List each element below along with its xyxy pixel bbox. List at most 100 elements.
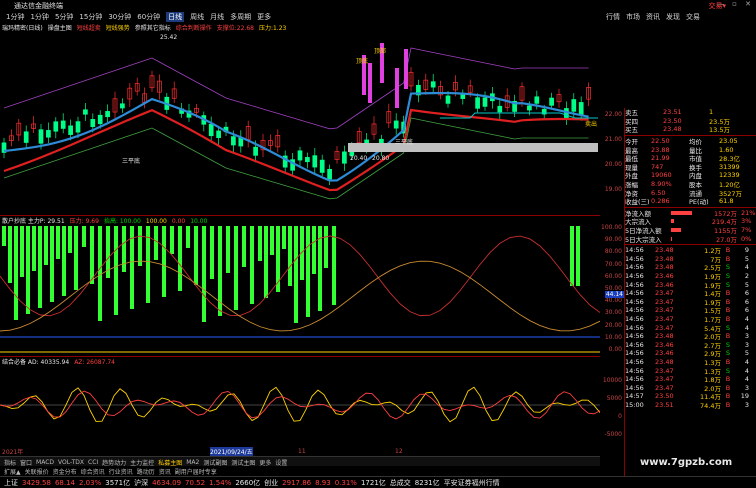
candle-body <box>527 105 532 111</box>
top-menu-item[interactable]: 行情 <box>606 12 620 22</box>
indicator-tab[interactable]: MACD <box>36 459 54 466</box>
period-tab[interactable]: 15分钟 <box>79 12 102 22</box>
market-status-item: 70.52 <box>185 478 206 487</box>
indicator1-bar <box>178 226 182 291</box>
extension-tab[interactable]: 路动历 <box>137 467 155 476</box>
extension-tab[interactable]: 副用户届时专享 <box>175 467 217 476</box>
period-tab[interactable]: 30分钟 <box>108 12 131 22</box>
trade-side: S <box>725 280 731 289</box>
indicator-tab[interactable]: CCI <box>88 459 98 466</box>
indicator1-bar <box>570 226 574 286</box>
candlestick-svg: 25.42三平底三平底20.40 20.80顶底顶部卖出 <box>1 34 598 200</box>
price-axis: 22.00 21.00 20.00 19.00 <box>600 23 624 215</box>
chart-annotation: 20.40 <box>350 155 367 162</box>
legend-item: 压力: 9.69 <box>69 218 99 225</box>
trade-count: 5 <box>744 280 749 289</box>
indicator1-bar <box>74 226 78 290</box>
legend-item: 短线超卖 <box>76 25 101 32</box>
extension-tab[interactable]: 资讯 <box>159 467 171 476</box>
trade-price: 23.47 <box>655 297 674 306</box>
trade-side: B <box>725 332 731 341</box>
extension-tab[interactable]: 行业资讯 <box>109 467 133 476</box>
top-menu-item[interactable]: 资讯 <box>646 12 660 22</box>
trade-price: 23.51 <box>655 400 674 409</box>
legend-item: 支撑位:22.68 <box>216 25 254 32</box>
stat-value: 19060 <box>651 171 672 180</box>
chart-annotation: 三平底 <box>395 138 413 146</box>
extension-tab[interactable]: 综合资讯 <box>81 467 105 476</box>
top-menu: 行情 市场 资讯 发现 交易 <box>600 11 756 23</box>
top-menu-item[interactable]: 交易 <box>686 12 700 22</box>
indicator-tab[interactable]: VOL-TDX <box>58 459 84 466</box>
indicator1-bar <box>306 226 310 317</box>
window-controls[interactable]: — ▫ ✕ <box>717 0 754 8</box>
candle-body <box>305 157 310 163</box>
trade-side: B <box>725 289 731 298</box>
trade-time: 14:56 <box>625 306 644 315</box>
trade-side: B <box>725 254 731 263</box>
period-tab[interactable]: 周线 <box>190 12 204 22</box>
legend-item: 100.00 <box>145 218 167 225</box>
signal-bar <box>404 49 408 89</box>
date-label: 11 <box>298 448 306 455</box>
extension-tab[interactable]: 关联报价 <box>25 467 49 476</box>
period-tab[interactable]: 多周期 <box>230 12 251 22</box>
trade-price: 23.48 <box>655 263 674 272</box>
trade-price: 23.50 <box>655 392 674 401</box>
axis-tick-label: 21.00 <box>604 136 622 143</box>
candle-body <box>475 97 480 109</box>
period-tab[interactable]: 日线 <box>166 12 185 22</box>
trade-price: 23.46 <box>655 349 674 358</box>
legend-item: 综合判断操作 <box>175 25 212 32</box>
trade-side: B <box>725 400 731 409</box>
period-tab[interactable]: 5分钟 <box>55 12 73 22</box>
top-menu-item[interactable]: 发现 <box>666 12 680 22</box>
flow-pct: 7% <box>741 226 752 235</box>
period-tab[interactable]: 月线 <box>210 12 224 22</box>
period-tab[interactable]: 60分钟 <box>137 12 160 22</box>
trade-side: B <box>725 357 731 366</box>
period-tab[interactable]: 更多 <box>257 12 271 22</box>
indicator1-bar <box>270 226 274 255</box>
top-menu-item[interactable]: 市场 <box>626 12 640 22</box>
stat-value: 23.88 <box>651 145 670 154</box>
trade-side: B <box>725 375 731 384</box>
trade-time: 14:56 <box>625 246 644 255</box>
axis-tick-label: 10.00 <box>604 333 622 341</box>
trade-count: 5 <box>744 254 749 263</box>
legend-item: 瑞玛精密(日线) <box>2 25 43 32</box>
date-axis: 2021年 2021/09/24/五 11 12 <box>0 447 600 456</box>
trade-count: 4 <box>744 357 749 366</box>
indicator1-bar <box>202 226 206 322</box>
candle-body <box>534 96 540 104</box>
indicator1-bar <box>2 226 6 246</box>
period-tab[interactable]: 1分钟 <box>6 12 24 22</box>
chart-annotation: 25.42 <box>160 34 177 41</box>
chart-annotation: 20.80 <box>372 155 389 162</box>
axis-tick-label: -5000 <box>604 431 622 438</box>
indicator-pane-1[interactable]: 散户抄底 主力P: 29.51 压力: 9.69 抬高: 100.00 100.00 0… <box>0 216 601 357</box>
candle-body <box>38 129 44 144</box>
market-status-item: 4634.09 <box>152 478 182 487</box>
main-price-chart[interactable]: 瑞玛精密(日线) 操盘主图 短线超卖 短线强势 参照其它指标 综合判断操作 支撑位:22.6… <box>0 23 600 216</box>
date-label: 12 <box>395 448 403 455</box>
extension-tab[interactable]: 资金分布 <box>53 467 77 476</box>
flow-pct: 0% <box>741 234 752 243</box>
stat-value: 747 <box>651 162 664 171</box>
period-tab[interactable]: 1分钟 <box>30 12 48 22</box>
candle-body <box>578 102 584 116</box>
flow-bar-fill <box>671 210 692 215</box>
indicator-tab[interactable]: MA2 <box>186 459 199 466</box>
legend-item: 压力:1.23 <box>258 25 287 32</box>
trade-count: 6 <box>744 297 749 306</box>
candle-body <box>571 99 577 112</box>
candle-body <box>430 81 436 88</box>
stat-value: 6.50 <box>651 188 666 197</box>
indicator-pane-2[interactable]: 结合必备 AD: 40335.94 AZ: 26087.74 <box>0 357 601 447</box>
trade-count: 3 <box>744 340 749 349</box>
extension-tab[interactable]: 扩展▲ <box>4 467 21 476</box>
axis-tick-label: 20.00 <box>604 321 622 329</box>
indicator1-bar <box>332 226 336 305</box>
stat-label: PE(动) <box>689 198 709 207</box>
indicator2-axis: 10000 5000 0 -5000 <box>600 357 624 447</box>
